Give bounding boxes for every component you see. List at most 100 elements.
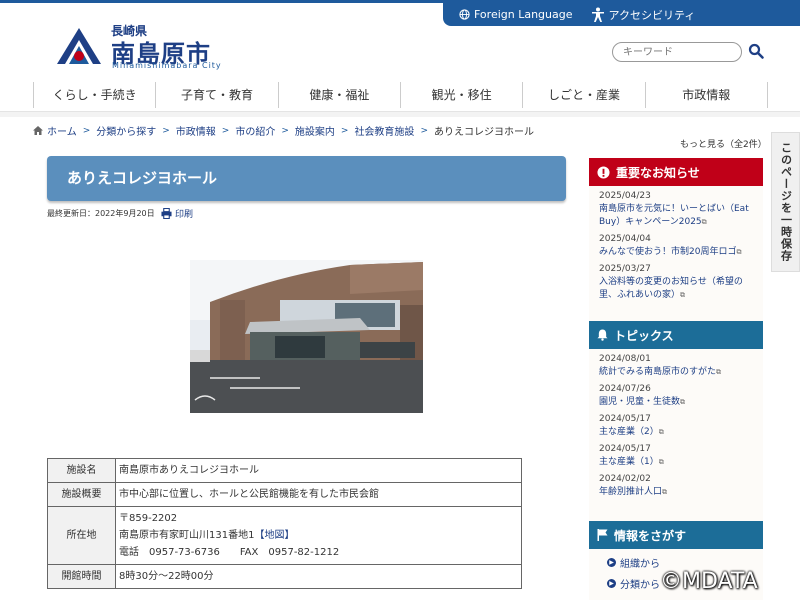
save-page-tab[interactable]: このページを一時保存 <box>771 132 800 272</box>
new-window-icon: ⧉ <box>658 458 664 466</box>
breadcrumb-home[interactable]: ホーム <box>47 123 77 138</box>
chevron-right-icon: > <box>340 125 349 136</box>
chevron-right-icon: > <box>281 125 289 136</box>
breadcrumb-city-info[interactable]: 市政情報 <box>176 123 216 138</box>
address-line: 南島原市有家町山川131番地1【地図】 <box>119 527 518 544</box>
map-link[interactable]: 【地図】 <box>254 530 294 541</box>
exclamation-circle-icon <box>597 165 610 179</box>
search-icon[interactable] <box>748 43 764 59</box>
notice-text: みんなで使おう！市制20周年ロゴ <box>599 247 737 257</box>
gnav-living[interactable]: くらし・手続き <box>33 82 155 108</box>
foreign-language-label: Foreign Language <box>474 8 573 21</box>
new-window-icon: ⧉ <box>716 368 722 376</box>
print-label: 印刷 <box>175 210 194 220</box>
topic-date: 2024/08/01 <box>599 354 651 364</box>
topics-header: トピックス <box>589 321 763 349</box>
notice-date: 2025/04/04 <box>599 234 651 244</box>
table-row: 開館時間 8時30分～22時00分 <box>47 564 522 589</box>
new-window-icon: ⧉ <box>680 291 686 299</box>
topics-title: トピックス <box>614 328 674 343</box>
important-notice-list: 2025/04/23 南島原市を元気に！いーとばい（Eat Buy）キャンペーン… <box>589 186 763 321</box>
find-item-label: 組織から <box>620 559 660 570</box>
postal-code: 〒859-2202 <box>119 513 178 524</box>
breadcrumb-current: ありえコレジヨホール <box>433 127 534 138</box>
notice-link[interactable]: みんなで使おう！市制20周年ロゴ⧉ <box>589 245 763 259</box>
more-link[interactable]: もっと見る（全2件） <box>680 137 767 150</box>
notice-date: 2025/04/23 <box>599 191 651 201</box>
accessibility-person-icon <box>591 7 604 22</box>
copyright-watermark: ©MDATA <box>660 569 758 594</box>
foreign-language-link[interactable]: Foreign Language <box>459 8 573 21</box>
find-info-title: 情報をさがす <box>614 528 687 543</box>
table-cell: 南島原市ありえコレジヨホール <box>115 458 522 483</box>
breadcrumb-facilities[interactable]: 施設案内 <box>295 123 335 138</box>
breadcrumb-social-education[interactable]: 社会教育施設 <box>354 123 414 138</box>
page-title: ありえコレジヨホール <box>47 156 566 201</box>
topic-link[interactable]: 年齢別推計人口⧉ <box>589 485 763 499</box>
gnav-city-info[interactable]: 市政情報 <box>644 82 768 108</box>
table-cell: 8時30分～22時00分 <box>115 564 522 589</box>
accessibility-label: アクセシビリティ <box>608 8 696 22</box>
home-icon <box>33 126 43 135</box>
address: 南島原市有家町山川131番地1 <box>119 530 255 541</box>
print-button[interactable]: 印刷 <box>161 207 193 220</box>
notice-link[interactable]: 南島原市を元気に！いーとばい（Eat Buy）キャンペーン2025⧉ <box>589 202 763 229</box>
find-by-organization[interactable]: ▶ 組織から <box>589 549 763 570</box>
printer-icon <box>161 208 172 219</box>
new-window-icon: ⧉ <box>680 398 686 406</box>
topics-list: 2024/08/01 統計でみる南島原市のすがた⧉ 2024/07/26 園児・… <box>589 349 763 521</box>
important-notice-title: 重要なお知らせ <box>616 165 700 180</box>
topic-date: 2024/07/26 <box>599 384 651 394</box>
important-notice-header: 重要なお知らせ <box>589 158 763 186</box>
bell-icon <box>597 329 608 341</box>
gnav-childcare-education[interactable]: 子育て・教育 <box>155 82 277 108</box>
table-row: 施設概要 市中心部に位置し、ホールと公民館機能を有した市民会館 <box>47 482 522 507</box>
accessibility-link[interactable]: アクセシビリティ <box>591 7 696 23</box>
table-header: 開館時間 <box>47 564 116 589</box>
topic-date: 2024/05/17 <box>599 444 651 454</box>
city-romaji: Minamishimabara City <box>112 61 222 70</box>
globe-icon <box>459 9 470 20</box>
table-cell: 市中心部に位置し、ホールと公民館機能を有した市民会館 <box>115 482 522 507</box>
topic-link[interactable]: 主な産業（1）⧉ <box>589 455 763 469</box>
notice-text: 入浴料等の変更のお知らせ（希望の里、ふれあいの家） <box>599 277 743 300</box>
chevron-right-icon: > <box>162 125 170 136</box>
new-window-icon: ⧉ <box>701 218 707 226</box>
topic-link[interactable]: 園児・児童・生徒数⧉ <box>589 395 763 409</box>
gnav-work-industry[interactable]: しごと・産業 <box>522 82 644 108</box>
new-window-icon: ⧉ <box>736 248 742 256</box>
table-header: 施設名 <box>47 458 116 483</box>
new-window-icon: ⧉ <box>662 488 668 496</box>
phone-fax: 電話 0957-73-6736 FAX 0957-82-1212 <box>119 547 340 558</box>
nav-divider <box>0 111 800 117</box>
facility-table: 施設名 南島原市ありえコレジヨホール 施設概要 市中心部に位置し、ホールと公民館… <box>47 458 522 589</box>
topic-text: 主な産業（1） <box>599 457 659 467</box>
city-emblem-icon <box>57 28 101 64</box>
table-row: 施設名 南島原市ありえコレジヨホール <box>47 458 522 483</box>
find-item-label: 分類から <box>620 580 660 591</box>
table-cell: 〒859-2202 南島原市有家町山川131番地1【地図】 電話 0957-73… <box>115 506 522 565</box>
topic-text: 年齢別推計人口 <box>599 487 663 497</box>
gnav-health-welfare[interactable]: 健康・福祉 <box>277 82 400 108</box>
new-window-icon: ⧉ <box>658 428 664 436</box>
breadcrumb: ホーム > 分類から探す > 市政情報 > 市の紹介 > 施設案内 > 社会教育… <box>33 123 534 138</box>
hall-photo <box>190 260 423 413</box>
topic-text: 園児・児童・生徒数 <box>599 397 681 407</box>
search-input[interactable] <box>612 42 742 62</box>
chevron-right-icon: > <box>420 125 428 136</box>
notice-link[interactable]: 入浴料等の変更のお知らせ（希望の里、ふれあいの家）⧉ <box>589 275 763 302</box>
global-nav: くらし・手続き 子育て・教育 健康・福祉 観光・移住 しごと・産業 市政情報 <box>33 82 768 108</box>
notice-text: 南島原市を元気に！いーとばい（Eat Buy）キャンペーン2025 <box>599 204 749 227</box>
breadcrumb-city-intro[interactable]: 市の紹介 <box>235 123 275 138</box>
topic-date: 2024/05/17 <box>599 414 651 424</box>
table-header: 所在地 <box>47 506 116 565</box>
topic-date: 2024/02/02 <box>599 474 651 484</box>
topic-text: 統計でみる南島原市のすがた <box>599 367 717 377</box>
topic-link[interactable]: 統計でみる南島原市のすがた⧉ <box>589 365 763 379</box>
topic-link[interactable]: 主な産業（2）⧉ <box>589 425 763 439</box>
chevron-right-icon: ▶ <box>607 558 616 567</box>
last-updated: 最終更新日：2022年9月20日 <box>47 209 155 218</box>
gnav-tourism-migration[interactable]: 観光・移住 <box>399 82 522 108</box>
chevron-right-icon: ▶ <box>607 579 616 588</box>
breadcrumb-category[interactable]: 分類から探す <box>96 123 156 138</box>
